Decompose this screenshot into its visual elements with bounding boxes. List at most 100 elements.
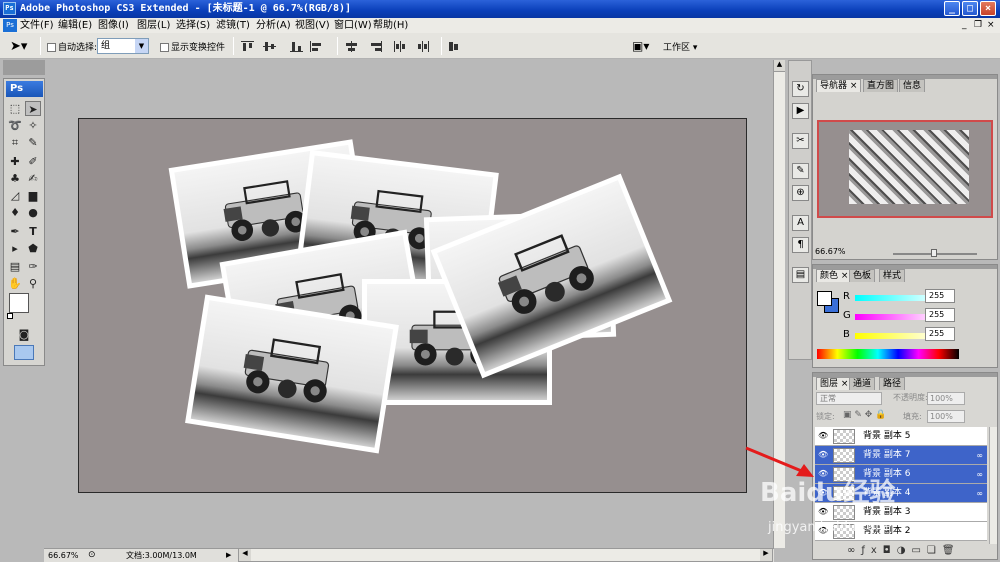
channel-b-value[interactable]: 255: [925, 327, 955, 341]
zoom-readout[interactable]: 66.67%: [48, 549, 79, 562]
brush-tool-icon[interactable]: ✐: [25, 154, 41, 169]
path-select-icon[interactable]: ▸: [7, 241, 23, 256]
tab-swatches[interactable]: 色板: [849, 269, 876, 282]
navigator-zoom[interactable]: 66.67%: [815, 247, 846, 256]
maximize-button[interactable]: □: [962, 1, 978, 16]
document-canvas[interactable]: [78, 118, 747, 493]
align-bottom-icon[interactable]: [290, 41, 303, 52]
move-tool-icon[interactable]: ➤▾: [10, 39, 27, 54]
menu-select[interactable]: 选择(S): [176, 18, 210, 33]
horizontal-scrollbar[interactable]: ◀ ▶: [238, 548, 773, 562]
menu-help[interactable]: 帮助(H): [373, 18, 408, 33]
status-menu-arrow-icon[interactable]: ▶: [226, 549, 231, 562]
type-tool-icon[interactable]: T: [25, 224, 41, 239]
pen-tool-icon[interactable]: ✒: [7, 224, 23, 239]
auto-select-dropdown[interactable]: 组 ▼: [97, 38, 149, 54]
eye-icon[interactable]: 👁: [818, 508, 828, 516]
distribute-right-icon[interactable]: [417, 41, 430, 52]
healing-brush-icon[interactable]: ✚: [7, 154, 23, 169]
close-button[interactable]: ×: [980, 1, 996, 16]
tab-channels[interactable]: 通道: [849, 377, 876, 390]
adjustment-layer-icon[interactable]: ◑: [897, 545, 912, 556]
history-panel-icon[interactable]: ↻: [792, 81, 809, 97]
new-group-icon[interactable]: ▭: [911, 545, 926, 556]
doc-close-icon[interactable]: ×: [987, 18, 995, 33]
scroll-up-icon[interactable]: ▲: [774, 60, 785, 72]
auto-select-checkbox[interactable]: 自动选择:: [47, 40, 97, 53]
brushes-panel-icon[interactable]: ✎: [792, 163, 809, 179]
scroll-left-icon[interactable]: ◀: [239, 549, 251, 561]
quick-mask-icon[interactable]: ◙: [16, 327, 32, 342]
menu-layer[interactable]: 图层(L): [137, 18, 170, 33]
clone-stamp-icon[interactable]: ♣: [7, 171, 23, 186]
tab-layers[interactable]: 图层 ×: [816, 377, 853, 390]
link-layers-icon[interactable]: ∞: [847, 545, 861, 556]
auto-align-icon[interactable]: [447, 41, 460, 52]
screen-mode-icon[interactable]: [14, 345, 34, 360]
tab-color[interactable]: 颜色 ×: [816, 269, 853, 282]
show-transform-checkbox[interactable]: 显示变换控件: [160, 40, 225, 53]
trash-icon[interactable]: 🗑: [942, 545, 961, 556]
layer-list-scrollbar[interactable]: [989, 427, 997, 544]
marquee-tool-icon[interactable]: ⬚: [7, 101, 23, 116]
toolbox-header[interactable]: [3, 60, 45, 75]
character-panel-icon[interactable]: A: [792, 215, 809, 231]
history-brush-icon[interactable]: ✍: [25, 171, 41, 186]
lasso-tool-icon[interactable]: ➰: [7, 118, 23, 133]
magic-wand-icon[interactable]: ✧: [25, 118, 41, 133]
align-left-icon[interactable]: [310, 41, 323, 52]
menu-window[interactable]: 窗口(W): [334, 18, 372, 33]
hand-tool-icon[interactable]: ✋: [7, 276, 23, 291]
tool-presets-icon[interactable]: ✂: [792, 133, 809, 149]
channel-r-value[interactable]: 255: [925, 289, 955, 303]
minimize-button[interactable]: _: [944, 1, 960, 16]
distribute-left-icon[interactable]: [393, 41, 406, 52]
actions-panel-icon[interactable]: ▶: [792, 103, 809, 119]
add-mask-icon[interactable]: ◘: [883, 545, 897, 556]
zoom-tool-icon[interactable]: ⚲: [25, 276, 41, 291]
notes-tool-icon[interactable]: ▤: [7, 259, 23, 274]
lock-icons[interactable]: ▣ ✎ ✥ 🔒: [843, 410, 886, 420]
blur-tool-icon[interactable]: ♦: [7, 205, 23, 220]
tab-styles[interactable]: 样式: [879, 269, 906, 282]
foreground-color-swatch[interactable]: [9, 293, 29, 313]
layer-row[interactable]: 👁 背景 副本 7 ∞: [815, 446, 987, 465]
channel-g-value[interactable]: 255: [925, 308, 955, 322]
align-top-icon[interactable]: [241, 41, 254, 52]
align-right-icon[interactable]: [369, 41, 382, 52]
menu-analysis[interactable]: 分析(A): [256, 18, 291, 33]
palette-well-icon[interactable]: ▣▾: [632, 39, 649, 53]
layer-row[interactable]: 👁 背景 副本 5: [815, 427, 987, 446]
align-vcenter-icon[interactable]: [263, 41, 276, 52]
gradient-tool-icon[interactable]: ▆: [25, 188, 41, 203]
eraser-tool-icon[interactable]: ◿: [7, 188, 23, 203]
eyedropper-icon[interactable]: ✑: [25, 259, 41, 274]
slice-tool-icon[interactable]: ✎: [25, 135, 41, 150]
tab-histogram[interactable]: 直方图: [863, 79, 899, 92]
scroll-right-icon[interactable]: ▶: [760, 549, 772, 561]
default-colors-icon[interactable]: [7, 313, 13, 319]
ps-menu-icon[interactable]: Ps: [3, 19, 17, 32]
menu-image[interactable]: 图像(I): [98, 18, 129, 33]
color-spectrum-bar[interactable]: [817, 349, 959, 359]
menu-edit[interactable]: 编辑(E): [58, 18, 92, 33]
dodge-tool-icon[interactable]: ●: [25, 205, 41, 220]
fill-field[interactable]: 100%: [927, 410, 965, 423]
workspace-menu[interactable]: 工作区 ▾: [663, 40, 697, 53]
doc-minimize-icon[interactable]: _: [962, 18, 967, 33]
shape-tool-icon[interactable]: ⬟: [25, 241, 41, 256]
clone-source-icon[interactable]: ⊕: [792, 185, 809, 201]
move-tool-icon[interactable]: ➤: [25, 101, 41, 116]
menu-file[interactable]: 文件(F): [20, 18, 54, 33]
tab-paths[interactable]: 路径: [879, 377, 906, 390]
status-info-icon[interactable]: ⊙: [88, 549, 96, 562]
layer-comps-icon[interactable]: ▤: [792, 267, 809, 283]
paragraph-panel-icon[interactable]: ¶: [792, 237, 809, 253]
menu-view[interactable]: 视图(V): [295, 18, 330, 33]
blend-mode-dropdown[interactable]: 正常: [816, 392, 882, 405]
align-hcenter-icon[interactable]: [345, 41, 358, 52]
fx-icon[interactable]: ƒx: [861, 545, 882, 556]
crop-tool-icon[interactable]: ⌗: [7, 135, 23, 150]
tab-info[interactable]: 信息: [899, 79, 926, 92]
menu-filter[interactable]: 滤镜(T): [216, 18, 250, 33]
